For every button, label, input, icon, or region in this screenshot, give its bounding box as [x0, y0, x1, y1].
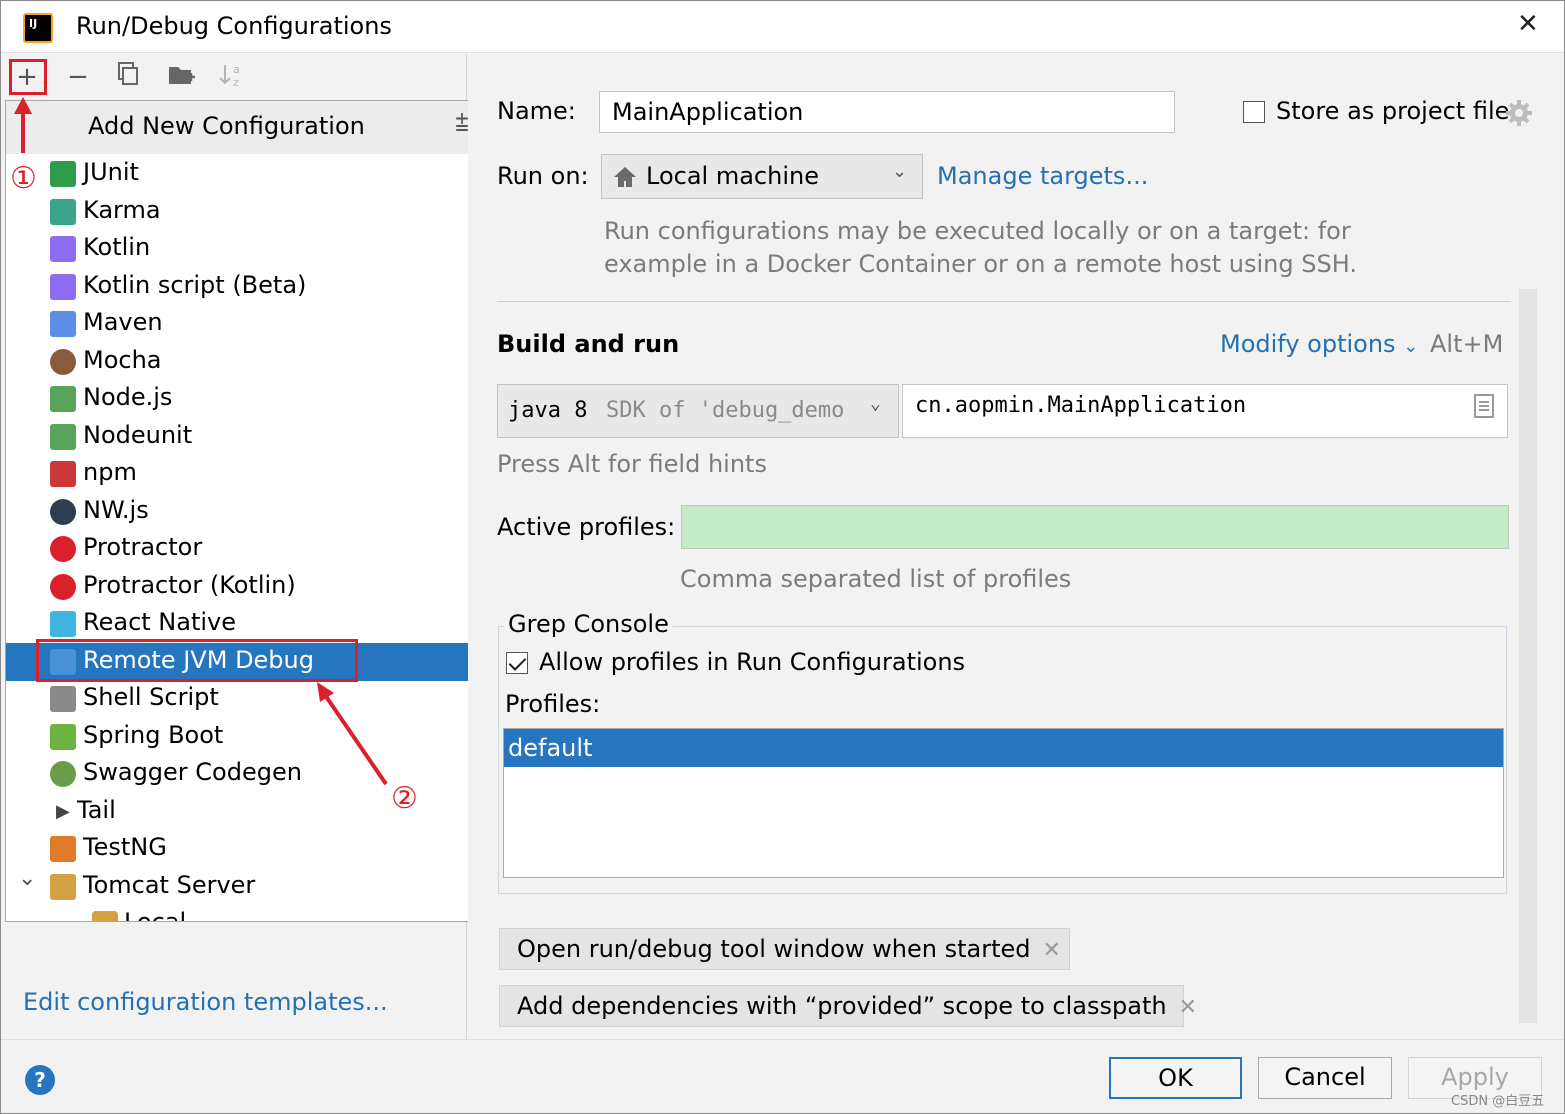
- chevron-down-icon: ⌄: [870, 393, 881, 414]
- popup-item-label: Tomcat Server: [83, 870, 256, 899]
- modify-options-shortcut: Alt+M: [1430, 330, 1504, 358]
- chevron-down-icon: ⌄: [1403, 336, 1419, 357]
- watermark: CSDN @白豆五: [1451, 1094, 1545, 1109]
- annotation-step-1: ①: [10, 161, 37, 196]
- build-and-run-heading: Build and run: [497, 330, 680, 358]
- annotation-arrows: [14, 97, 388, 786]
- store-project-file-checkbox[interactable]: [1243, 101, 1265, 123]
- run-on-select[interactable]: Local machine ⌄: [601, 154, 923, 199]
- profiles-label: Profiles:: [505, 690, 601, 718]
- profiles-list[interactable]: default: [503, 728, 1504, 878]
- close-icon[interactable]: ✕: [1517, 9, 1539, 39]
- manage-targets-link[interactable]: Manage targets...: [937, 162, 1148, 190]
- popup-item-local[interactable]: Local: [6, 905, 487, 922]
- jdk-select[interactable]: java 8 SDK of 'debug_demo ⌄: [497, 384, 899, 438]
- home-icon: [614, 167, 636, 187]
- allow-profiles-label: Allow profiles in Run Configurations: [539, 648, 966, 676]
- form-scrollbar[interactable]: [1519, 289, 1537, 1023]
- help-button[interactable]: ?: [25, 1065, 55, 1095]
- option-tag-open-tool-window[interactable]: Open run/debug tool window when started ✕: [499, 928, 1070, 970]
- chevron-down-icon[interactable]: ⌄: [18, 866, 36, 891]
- option-tag-provided-scope[interactable]: Add dependencies with “provided” scope t…: [499, 985, 1197, 1027]
- main-class-value: cn.aopmin.MainApplication: [915, 393, 1247, 418]
- jdk-description: SDK of 'debug_demo: [606, 398, 845, 423]
- divider: [497, 301, 1511, 302]
- option-tag-label: Add dependencies with “provided” scope t…: [517, 992, 1167, 1020]
- active-profiles-input[interactable]: [681, 505, 1509, 549]
- option-tag-label: Open run/debug tool window when started: [517, 935, 1031, 963]
- modify-options-label: Modify options: [1220, 330, 1396, 358]
- cancel-button[interactable]: Cancel: [1258, 1057, 1392, 1099]
- name-label: Name:: [497, 97, 576, 125]
- name-input[interactable]: MainApplication: [599, 91, 1175, 133]
- gear-icon[interactable]: [1505, 99, 1533, 127]
- allow-profiles-checkbox[interactable]: [506, 652, 528, 674]
- store-project-file-label: Store as project file: [1276, 97, 1510, 125]
- grep-console-title: Grep Console: [504, 610, 673, 638]
- tomcat-local-icon: [92, 911, 118, 921]
- run-on-label: Run on:: [497, 162, 589, 190]
- profiles-hint: Comma separated list of profiles: [680, 565, 1072, 593]
- edit-templates-link[interactable]: Edit configuration templates...: [23, 988, 388, 1016]
- run-on-value: Local machine: [646, 162, 819, 190]
- ok-button[interactable]: OK: [1109, 1057, 1242, 1099]
- run-on-hint-line2: example in a Docker Container or on a re…: [604, 250, 1357, 278]
- active-profiles-label: Active profiles:: [497, 513, 676, 541]
- close-icon[interactable]: ✕: [1043, 938, 1061, 963]
- list-item[interactable]: default: [504, 729, 1503, 767]
- browse-class-icon[interactable]: [1473, 393, 1495, 419]
- popup-item-tomcat-server[interactable]: Tomcat Server ⌄: [6, 866, 487, 906]
- main-class-input[interactable]: cn.aopmin.MainApplication: [902, 384, 1508, 438]
- popup-item-label: Local: [124, 908, 187, 922]
- annotation-step-2: ②: [391, 781, 418, 816]
- jdk-version: java 8: [508, 398, 588, 423]
- modify-options-link[interactable]: Modify options ⌄: [1220, 330, 1418, 358]
- close-icon[interactable]: ✕: [1179, 995, 1197, 1020]
- tomcat-icon: [50, 873, 76, 900]
- chevron-down-icon: ⌄: [892, 161, 908, 182]
- field-hint: Press Alt for field hints: [497, 450, 767, 478]
- run-on-hint-line1: Run configurations may be executed local…: [604, 217, 1351, 245]
- run-debug-dialog: IJ Run/Debug Configurations ✕ + − az Add…: [0, 0, 1565, 1114]
